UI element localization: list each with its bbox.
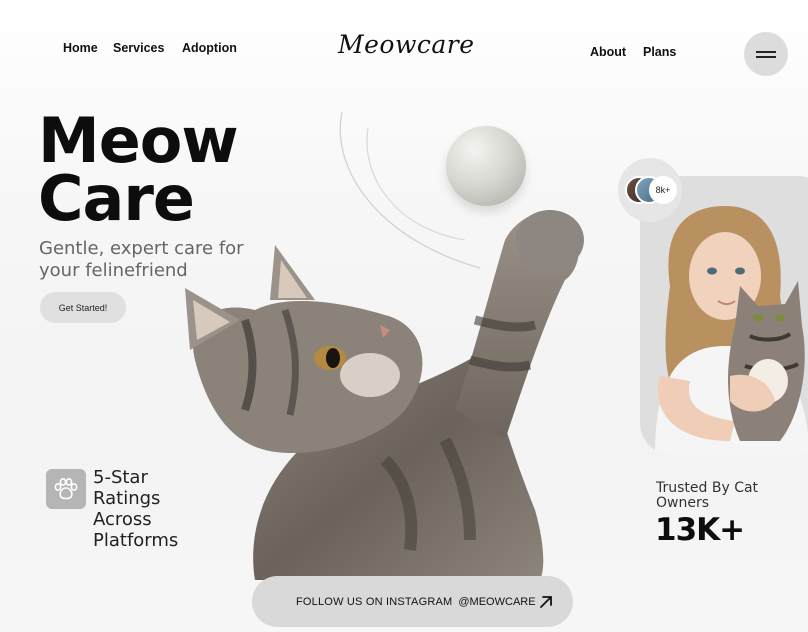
nav-link-about[interactable]: About xyxy=(590,45,626,59)
arrow-up-right-icon xyxy=(540,596,552,608)
instagram-follow-button[interactable]: FOLLOW US ON INSTAGRAM @MEOWCARE xyxy=(252,576,573,627)
nav-link-home[interactable]: Home xyxy=(63,41,98,55)
nav-link-services[interactable]: Services xyxy=(113,41,164,55)
hamburger-icon[interactable] xyxy=(744,32,788,76)
paw-icon xyxy=(46,469,86,509)
follow-text: FOLLOW US ON INSTAGRAM xyxy=(296,595,453,608)
get-started-button[interactable]: Get Started! xyxy=(40,292,126,323)
avatar-count-badge: 8k+ xyxy=(649,176,677,204)
yarn-ball-image xyxy=(446,126,526,206)
nav-link-plans[interactable]: Plans xyxy=(643,45,676,59)
owners-stat: 13K+ xyxy=(655,512,745,548)
playful-cat-image xyxy=(185,210,584,580)
instagram-handle: @MEOWCARE xyxy=(458,595,536,608)
trusted-label: Trusted By Cat Owners xyxy=(656,480,759,511)
nav-link-adoption[interactable]: Adoption xyxy=(182,41,237,55)
top-navigation: Home Services Adoption Meowcare About Pl… xyxy=(0,0,808,90)
brand-logo[interactable]: Meowcare xyxy=(338,30,475,59)
customer-avatars[interactable]: 8k+ xyxy=(625,176,677,204)
